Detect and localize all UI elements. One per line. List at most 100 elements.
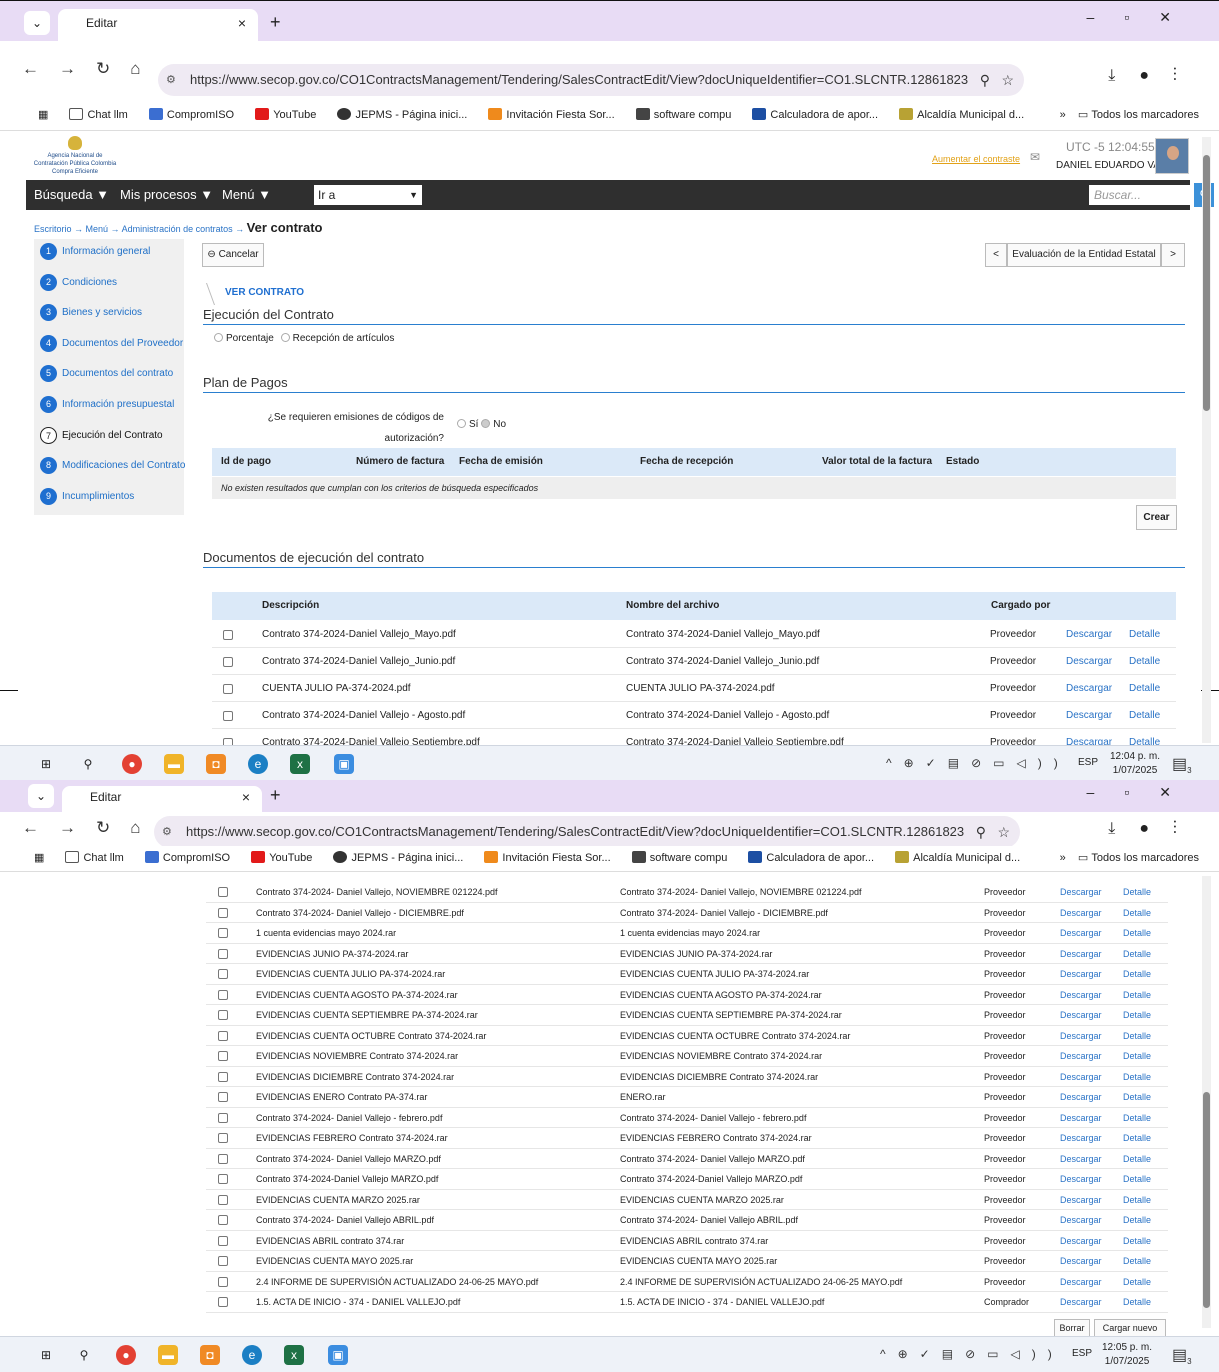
descargar-link[interactable]: Descargar <box>1060 1231 1102 1252</box>
descargar-link[interactable]: Descargar <box>1060 1087 1102 1108</box>
sidebar-item-incumplimientos[interactable]: 9 Incumplimientos <box>36 484 182 514</box>
notification-icon[interactable]: ▤3 <box>1172 754 1192 775</box>
descargar-link[interactable]: Descargar <box>1060 1067 1102 1088</box>
row-checkbox[interactable] <box>218 1051 228 1062</box>
sidebar-item-bienes[interactable]: 3 Bienes y servicios <box>36 300 182 330</box>
detalle-link[interactable]: Detalle <box>1123 1108 1151 1129</box>
row-checkbox[interactable] <box>223 629 233 640</box>
radio-si[interactable] <box>457 419 466 428</box>
menu-menu[interactable]: Menú ▼ <box>222 187 271 202</box>
photos-icon[interactable]: ▣ <box>334 754 354 774</box>
radio-no[interactable] <box>481 419 491 428</box>
descargar-link[interactable]: Descargar <box>1066 675 1112 702</box>
nav-buttons[interactable]: ←→↻⌂ <box>22 59 161 79</box>
descargar-link[interactable]: Descargar <box>1060 1190 1102 1211</box>
folder-icon[interactable]: ▬ <box>164 754 184 774</box>
chrome-icon[interactable]: ● <box>122 754 142 774</box>
chrome-icon[interactable]: ● <box>116 1345 136 1365</box>
nav-buttons[interactable]: ←→↻⌂ <box>22 818 161 838</box>
row-checkbox[interactable] <box>218 1235 228 1246</box>
window-controls[interactable]: –▫✕ <box>1087 784 1201 801</box>
zoom-icon[interactable]: ⚲ <box>976 816 986 848</box>
system-tray-icons[interactable]: ^⊕✓▤⊘▭◁)) <box>886 756 1070 770</box>
app-icon[interactable]: ◘ <box>206 754 226 774</box>
bookmark-item[interactable]: JEPMS - Página inici... <box>333 846 463 870</box>
tab-close-icon[interactable]: × <box>238 9 246 37</box>
notification-icon[interactable]: ▤3 <box>1172 1345 1192 1366</box>
scroll-thumb[interactable] <box>1203 1092 1210 1308</box>
cargar-nuevo-button[interactable]: Cargar nuevo <box>1094 1319 1166 1337</box>
url-field[interactable]: ⚙ https://www.secop.gov.co/CO1ContractsMa… <box>158 64 1024 96</box>
row-checkbox[interactable] <box>218 1215 228 1226</box>
bookmark-item[interactable]: YouTube <box>255 101 316 129</box>
detalle-link[interactable]: Detalle <box>1123 882 1151 903</box>
row-checkbox[interactable] <box>218 1030 228 1041</box>
detalle-link[interactable]: Detalle <box>1123 1251 1151 1272</box>
bookmark-item[interactable]: Invitación Fiesta Sor... <box>488 101 615 129</box>
row-checkbox[interactable] <box>218 887 228 898</box>
detalle-link[interactable]: Detalle <box>1123 1087 1151 1108</box>
detalle-link[interactable]: Detalle <box>1123 1026 1151 1047</box>
browser-toolbar-icons[interactable]: ⤓●⋮ <box>1108 820 1201 838</box>
row-checkbox[interactable] <box>218 989 228 1000</box>
descargar-link[interactable]: Descargar <box>1060 1210 1102 1231</box>
tab-close-icon[interactable]: × <box>242 786 250 808</box>
site-info-icon[interactable]: ⚙ <box>166 64 176 96</box>
clock[interactable]: 12:05 p. m. 1/07/2025 <box>1102 1341 1152 1369</box>
photos-icon[interactable]: ▣ <box>328 1345 348 1365</box>
all-bookmarks[interactable]: » ▭ Todos los marcadores <box>1060 101 1199 129</box>
detalle-link[interactable]: Detalle <box>1123 1067 1151 1088</box>
detalle-link[interactable]: Detalle <box>1123 1292 1151 1313</box>
search-icon[interactable]: ⚲ <box>74 1345 94 1365</box>
radio-porcentaje[interactable] <box>214 333 223 342</box>
row-checkbox[interactable] <box>218 1276 228 1287</box>
crear-button[interactable]: Crear <box>1136 505 1177 530</box>
url-field[interactable]: ⚙ https://www.secop.gov.co/CO1ContractsMa… <box>154 816 1020 848</box>
bookmark-item[interactable]: Calculadora de apor... <box>748 846 874 870</box>
search-icon[interactable]: ⚲ <box>78 754 98 774</box>
crumb-admin[interactable]: Administración de contratos <box>122 224 233 234</box>
bookmark-item[interactable]: CompromISO <box>148 101 234 129</box>
windows-start-icon[interactable]: ⊞ <box>36 754 56 774</box>
descargar-link[interactable]: Descargar <box>1066 648 1112 675</box>
detalle-link[interactable]: Detalle <box>1123 1231 1151 1252</box>
detalle-link[interactable]: Detalle <box>1123 1128 1151 1149</box>
row-checkbox[interactable] <box>218 1153 228 1164</box>
detalle-link[interactable]: Detalle <box>1129 648 1160 675</box>
row-checkbox[interactable] <box>223 683 233 694</box>
descargar-link[interactable]: Descargar <box>1066 621 1112 648</box>
row-checkbox[interactable] <box>218 948 228 959</box>
bookmark-item[interactable]: Alcaldía Municipal d... <box>899 101 1024 129</box>
detalle-link[interactable]: Detalle <box>1123 1005 1151 1026</box>
detalle-link[interactable]: Detalle <box>1123 985 1151 1006</box>
folder-icon[interactable]: ▬ <box>158 1345 178 1365</box>
row-checkbox[interactable] <box>218 1071 228 1082</box>
search-input[interactable]: Buscar... <box>1089 185 1193 205</box>
descargar-link[interactable]: Descargar <box>1060 1272 1102 1293</box>
descargar-link[interactable]: Descargar <box>1060 985 1102 1006</box>
row-checkbox[interactable] <box>218 1256 228 1267</box>
descargar-link[interactable]: Descargar <box>1060 1251 1102 1272</box>
descargar-link[interactable]: Descargar <box>1060 1149 1102 1170</box>
sidebar-item-docs-contrato[interactable]: 5 Documentos del contrato <box>36 361 182 391</box>
detalle-link[interactable]: Detalle <box>1123 1210 1151 1231</box>
crumb-escritorio[interactable]: Escritorio <box>34 224 72 234</box>
excel-icon[interactable]: x <box>290 754 310 774</box>
user-name[interactable]: DANIEL EDUARDO VA... <box>1056 160 1168 171</box>
descargar-link[interactable]: Descargar <box>1060 964 1102 985</box>
excel-icon[interactable]: x <box>284 1345 304 1365</box>
bookmark-item[interactable]: JEPMS - Página inici... <box>337 101 467 129</box>
browser-toolbar-icons[interactable]: ⤓●⋮ <box>1108 67 1201 85</box>
scrollbar[interactable] <box>1202 876 1211 1328</box>
sidebar-item-modificaciones[interactable]: 8 Modificaciones del Contrato <box>36 453 185 483</box>
detalle-link[interactable]: Detalle <box>1123 1190 1151 1211</box>
detalle-link[interactable]: Detalle <box>1123 1169 1151 1190</box>
avatar[interactable] <box>1155 138 1189 174</box>
row-checkbox[interactable] <box>218 1194 228 1205</box>
descargar-link[interactable]: Descargar <box>1060 903 1102 924</box>
row-checkbox[interactable] <box>218 969 228 980</box>
eval-next-button[interactable]: > <box>1161 243 1185 267</box>
mail-icon[interactable]: ✉ <box>1030 150 1040 164</box>
descargar-link[interactable]: Descargar <box>1066 702 1112 729</box>
row-checkbox[interactable] <box>218 1010 228 1021</box>
